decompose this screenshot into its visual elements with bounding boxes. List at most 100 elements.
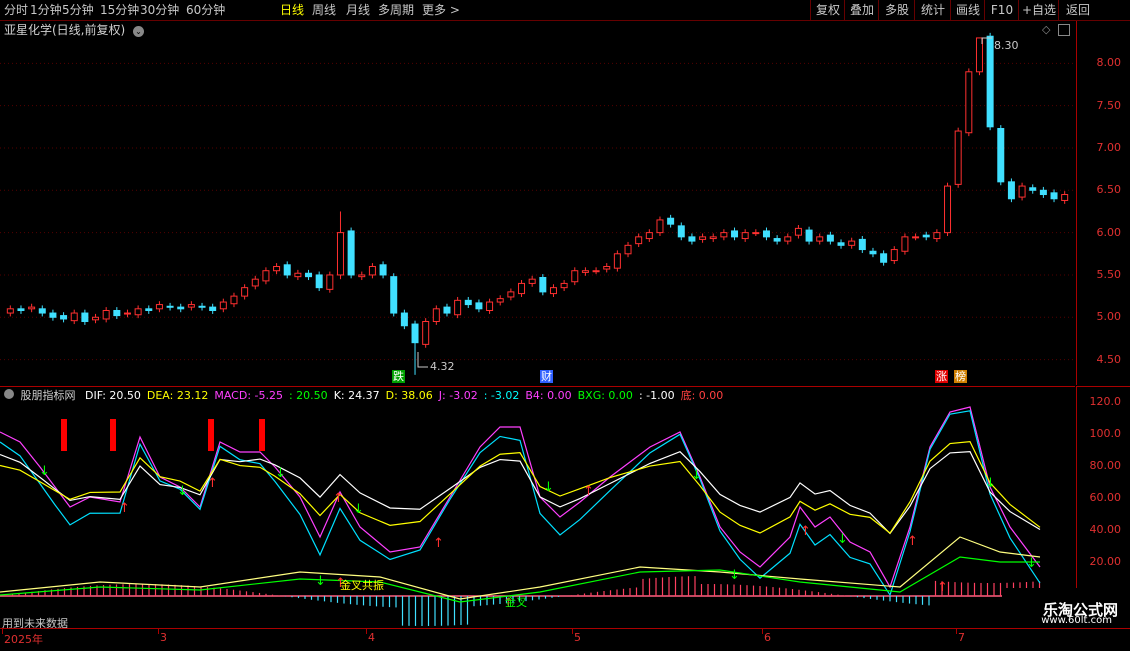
candle-body	[773, 238, 781, 242]
indicator-panel[interactable]: ↑ ↑ ↑ ↑ ↑ ↑ ↑ ↑ ↑ ↑ ↓ ↓ ↓ ↓ ↓ ↓ ↓ ↓ ↓ ↓ ↓ 股朋指标网 DIF: 20.50 DE…	[0, 386, 1075, 630]
period-tab[interactable]: 月线	[346, 0, 370, 20]
candle-body	[422, 321, 430, 345]
period-tab[interactable]: 60分钟	[186, 0, 225, 20]
candle-body	[613, 253, 621, 269]
period-tab[interactable]: 15分钟	[100, 0, 139, 20]
date-tick-label: 3	[160, 631, 167, 644]
up-arrow-icon: ↑	[333, 491, 344, 506]
period-tab[interactable]: 周线	[312, 0, 336, 20]
event-tag-fall[interactable]: 跌	[392, 370, 405, 383]
toolbar-button[interactable]: 叠加	[844, 0, 879, 20]
period-tab[interactable]: 多周期	[378, 0, 414, 20]
price-tick-label: 4.50	[1096, 352, 1122, 366]
event-tag-rise[interactable]: 涨	[935, 370, 948, 383]
candle-body	[326, 274, 334, 290]
diamond-icon[interactable]: ◇	[1042, 23, 1050, 36]
candlestick-chart[interactable]	[0, 21, 1075, 385]
candle-body	[486, 301, 494, 312]
candle-body	[347, 230, 355, 276]
price-tick-label: 7.00	[1096, 140, 1122, 154]
up-arrow-icon: ↑	[207, 476, 218, 491]
candle-body	[400, 312, 408, 327]
date-axis: 2025年 3 4 5 6 7	[0, 628, 1130, 651]
indicator-tick-label: 100.0	[1089, 427, 1122, 440]
toolbar-button[interactable]: 统计	[914, 0, 951, 20]
event-tag-finance[interactable]: 财	[540, 370, 553, 383]
indicator-value: K: 24.37	[333, 389, 380, 402]
candle-body	[954, 130, 962, 185]
price-tick-label: 7.50	[1096, 98, 1122, 112]
price-axis: 8.00 7.50 7.00 6.50 6.00 5.50 5.00 4.50	[1076, 21, 1130, 385]
period-tab[interactable]: 1分钟	[30, 0, 62, 20]
sell-signal-bar	[61, 419, 67, 451]
candle-body	[17, 308, 25, 312]
candle-body	[1061, 194, 1069, 201]
candle-body	[273, 265, 281, 272]
candle-body	[113, 310, 121, 317]
toolbar-button[interactable]: F10	[984, 0, 1019, 20]
candle-body	[443, 306, 451, 314]
candle-body	[858, 238, 866, 251]
kdj-j-line	[0, 406, 1041, 589]
candle-body	[922, 234, 930, 238]
toolbar-button[interactable]: 返回	[1058, 0, 1097, 20]
candle-body	[454, 299, 462, 316]
candle-body	[624, 244, 632, 255]
candle-body	[198, 305, 206, 308]
indicator-value: J: -3.02	[438, 389, 478, 402]
candle-body	[358, 274, 366, 278]
toolbar-button[interactable]: 多股	[878, 0, 915, 20]
period-tab[interactable]: 更多 >	[422, 0, 460, 20]
candle-body	[81, 312, 89, 323]
candle-body	[720, 232, 728, 238]
toolbar-button[interactable]: 画线	[950, 0, 985, 20]
indicator-value: MACD: -5.25	[214, 389, 283, 402]
candle-body	[912, 236, 920, 239]
up-arrow-icon: ↑	[907, 534, 918, 549]
down-arrow-icon: ↓	[177, 484, 188, 499]
candle-body	[464, 299, 472, 306]
period-tab[interactable]: 日线	[280, 0, 304, 20]
candle-body	[6, 308, 14, 314]
date-tick-label: 5	[574, 631, 581, 644]
down-arrow-icon: ↓	[691, 468, 702, 483]
candle-body	[336, 232, 344, 276]
candle-body	[528, 278, 536, 284]
up-arrow-icon: ↑	[433, 536, 444, 551]
candle-body	[549, 287, 557, 295]
candle-body	[965, 71, 973, 134]
candle-body	[262, 270, 270, 282]
candle-body	[432, 308, 440, 323]
candle-body	[28, 306, 36, 310]
period-tab[interactable]: 30分钟	[140, 0, 179, 20]
down-arrow-icon: ↓	[543, 480, 554, 495]
period-tab[interactable]: 5分钟	[62, 0, 94, 20]
candle-body	[102, 310, 110, 320]
toolbar-button[interactable]: 复权	[810, 0, 845, 20]
toolbar-button[interactable]: +自选	[1018, 0, 1059, 20]
candle-body	[933, 232, 941, 240]
down-arrow-icon: ↓	[837, 532, 848, 547]
indicator-value: DIF: 20.50	[85, 389, 141, 402]
candle-body	[411, 323, 419, 344]
indicator-tick-label: 80.00	[1089, 459, 1122, 472]
panel-toggle-icon[interactable]	[1058, 24, 1070, 36]
settings-icon[interactable]	[4, 389, 14, 399]
indicator-name[interactable]: 股朋指标网	[21, 389, 76, 402]
indicator-chart[interactable]: ↑↑↑↑↑↑↑↑↑↑↓↓↓↓↓↓↓↓↓↓↓	[0, 387, 1075, 629]
event-tag-ranking[interactable]: 榜	[954, 370, 967, 383]
chevron-down-icon[interactable]: ⌄	[133, 26, 145, 37]
period-tab[interactable]: 分时	[4, 0, 28, 20]
candle-body	[709, 236, 717, 240]
candle-body	[1050, 192, 1058, 200]
candle-body	[944, 185, 952, 234]
candle-body	[645, 232, 653, 240]
indicator-value: 底: 0.00	[680, 389, 724, 402]
price-chart-panel[interactable]: 亚星化学(日线,前复权) ⌄ ◇ 8.30 4.32 跌 财 涨 榜	[0, 21, 1075, 385]
candle-body	[901, 236, 909, 252]
date-tick-label: 2025年	[4, 633, 43, 646]
candle-body	[592, 270, 600, 273]
candle-body	[177, 306, 185, 310]
indicator-legend: 股朋指标网 DIF: 20.50 DEA: 23.12 MACD: -5.25: 2…	[4, 387, 729, 403]
candle-body	[390, 276, 398, 314]
